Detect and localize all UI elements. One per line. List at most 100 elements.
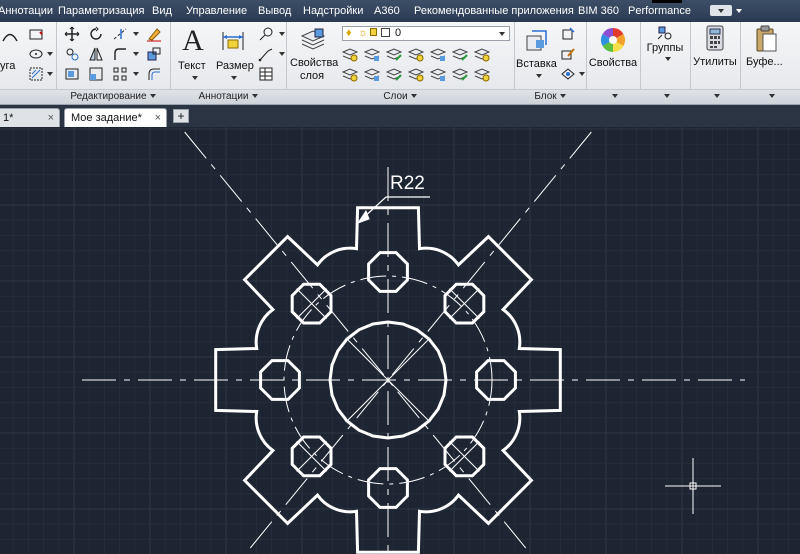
dimension-button[interactable]: Размер [216, 60, 254, 72]
calculator-icon[interactable] [705, 25, 725, 51]
chevron-down-icon[interactable] [133, 72, 139, 76]
menu-performance[interactable]: Performance [628, 5, 691, 17]
workspace-dropdown[interactable] [710, 5, 732, 16]
layer-match-icon[interactable] [430, 46, 446, 62]
layer-freeze-icon[interactable] [386, 46, 402, 62]
clipboard-panel-footer[interactable] [740, 89, 800, 104]
text-icon[interactable]: A [180, 24, 206, 58]
chevron-down-icon[interactable] [47, 52, 53, 56]
annotations-panel-footer[interactable]: Аннотации [170, 89, 286, 104]
copy-icon[interactable] [64, 46, 80, 62]
chevron-down-icon[interactable] [536, 74, 542, 78]
table-icon[interactable] [258, 66, 274, 82]
move-icon[interactable] [64, 26, 80, 42]
layer-dropdown[interactable]: ♦ ☼ 0 [342, 26, 510, 41]
properties-button[interactable]: Свойства [588, 57, 638, 69]
menu-output[interactable]: Вывод [258, 5, 291, 17]
layer-properties-label-2[interactable]: слоя [290, 70, 334, 82]
layer-properties-icon[interactable] [300, 28, 326, 52]
scale-icon[interactable] [88, 66, 104, 82]
layer-isolate-icon[interactable] [364, 46, 380, 62]
offset-icon[interactable] [146, 66, 162, 82]
chevron-down-icon[interactable] [133, 52, 139, 56]
chevron-down-icon[interactable] [279, 52, 285, 56]
menu-bim360[interactable]: BIM 360 [578, 5, 619, 17]
chevron-down-icon[interactable] [133, 32, 139, 36]
rotate-icon[interactable] [88, 26, 104, 42]
create-block-icon[interactable] [560, 26, 576, 42]
layer-copy-icon[interactable] [452, 66, 468, 82]
block-panel: Вставка Блок [514, 22, 587, 104]
tab-my-task[interactable]: Мое задание* × [64, 108, 167, 127]
edit-panel-footer[interactable]: Редактирование [56, 89, 170, 104]
lightbulb-icon[interactable]: ♦ [346, 27, 352, 39]
layer-delete-icon[interactable] [430, 66, 446, 82]
block-attribute-icon[interactable] [560, 66, 576, 82]
properties-panel-footer[interactable] [586, 89, 640, 104]
layer-unlock-icon[interactable] [386, 66, 402, 82]
stretch-icon[interactable] [64, 66, 80, 82]
array-icon[interactable] [112, 66, 128, 82]
dimension-text[interactable]: R22 [390, 173, 425, 194]
trim-icon[interactable] [112, 26, 128, 42]
chevron-down-icon[interactable] [279, 32, 285, 36]
menu-view[interactable]: Вид [152, 5, 172, 17]
layer-walk-icon[interactable] [474, 46, 490, 62]
menu-addins[interactable]: Надстройки [303, 5, 363, 17]
layers-panel-footer[interactable]: Слои [286, 89, 514, 104]
chevron-down-icon[interactable] [231, 76, 237, 80]
drawing-canvas[interactable]: R22 [0, 127, 800, 554]
menu-parametrization[interactable]: Параметризация [58, 5, 144, 17]
chevron-down-icon[interactable] [736, 9, 742, 13]
close-icon[interactable]: × [155, 109, 161, 128]
lock-icon[interactable] [370, 28, 377, 36]
draw-arc-label[interactable]: уга [0, 60, 15, 72]
dimension-icon[interactable] [220, 28, 246, 54]
layer-unisolate-icon[interactable] [342, 66, 358, 82]
color-wheel-icon[interactable] [599, 26, 627, 54]
layer-change-icon[interactable] [474, 66, 490, 82]
new-tab-button[interactable]: + [173, 109, 189, 123]
layer-color-swatch[interactable] [381, 28, 390, 37]
layer-merge-icon[interactable] [408, 66, 424, 82]
arc-icon[interactable] [2, 28, 18, 44]
groups-panel-footer[interactable] [640, 89, 690, 104]
menu-manage[interactable]: Управление [186, 5, 247, 17]
paste-icon[interactable] [754, 25, 778, 53]
close-icon[interactable]: × [48, 109, 54, 128]
menu-a360[interactable]: A360 [374, 5, 400, 17]
menu-annotations[interactable]: Аннотации [0, 5, 53, 17]
draw-panel-footer[interactable] [0, 89, 56, 104]
multileader-icon[interactable] [258, 46, 274, 62]
utilities-button[interactable]: Утилиты [690, 56, 740, 68]
insert-button[interactable]: Вставка [516, 58, 557, 70]
erase-icon[interactable] [146, 26, 162, 42]
explode-icon[interactable] [146, 46, 162, 62]
chevron-down-icon[interactable] [665, 57, 671, 61]
group-icon[interactable] [657, 25, 673, 41]
layer-lock-icon[interactable] [408, 46, 424, 62]
groups-button[interactable]: Группы [642, 42, 688, 54]
ellipse-icon[interactable] [28, 46, 44, 62]
rectangle-icon[interactable] [28, 26, 44, 42]
layer-thaw-icon[interactable] [364, 66, 380, 82]
layer-properties-label-1[interactable]: Свойства [290, 57, 338, 69]
chevron-down-icon[interactable] [192, 76, 198, 80]
chevron-down-icon[interactable] [47, 72, 53, 76]
layer-previous-icon[interactable] [452, 46, 468, 62]
mirror-icon[interactable] [88, 46, 104, 62]
hatch-icon[interactable] [28, 66, 44, 82]
leader-icon[interactable] [258, 26, 274, 42]
chevron-down-icon[interactable] [579, 72, 585, 76]
utilities-panel-footer[interactable] [690, 89, 740, 104]
text-button[interactable]: Текст [178, 60, 206, 72]
block-panel-footer[interactable]: Блок [514, 89, 586, 104]
menu-featured-apps[interactable]: Рекомендованные приложения [414, 5, 574, 17]
edit-block-icon[interactable] [560, 46, 576, 62]
sun-icon[interactable]: ☼ [358, 27, 368, 39]
fillet-icon[interactable] [112, 46, 128, 62]
layer-off-icon[interactable] [342, 46, 358, 62]
insert-block-icon[interactable] [524, 28, 550, 54]
clipboard-button[interactable]: Буфе... [746, 56, 783, 68]
tab-drawing1[interactable]: 1* × [0, 108, 60, 127]
